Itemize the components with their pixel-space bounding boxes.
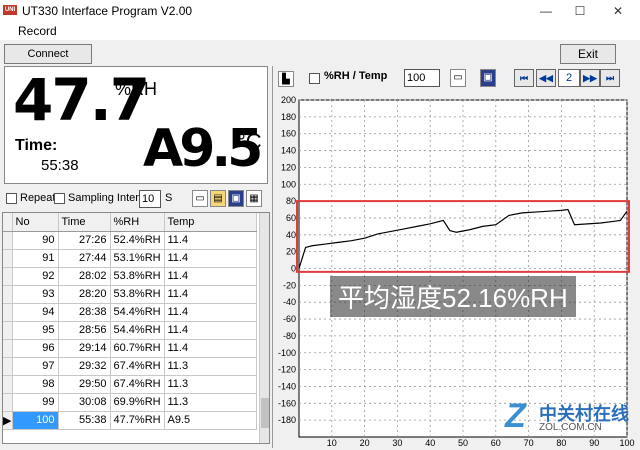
y-tick-label: -80 <box>283 331 296 341</box>
y-tick-label: -140 <box>278 381 296 391</box>
y-tick-label: 180 <box>281 112 296 122</box>
y-tick-label: 200 <box>281 95 296 105</box>
y-tick-label: 100 <box>281 179 296 189</box>
x-tick-label: 50 <box>458 438 468 448</box>
y-tick-label: -20 <box>283 280 296 290</box>
app-window: UNI UT330 Interface Program V2.00 — ☐ ✕ … <box>0 0 640 450</box>
y-tick-label: -180 <box>278 415 296 425</box>
watermark-en: ZOL.COM.CN <box>539 422 602 433</box>
y-tick-label: 160 <box>281 129 296 139</box>
y-tick-label: -100 <box>278 348 296 358</box>
average-humidity-caption: 平均湿度52.16%RH <box>330 276 576 317</box>
x-tick-label: 60 <box>491 438 501 448</box>
x-tick-label: 90 <box>589 438 599 448</box>
y-tick-label: -40 <box>283 297 296 307</box>
y-tick-label: -160 <box>278 398 296 408</box>
y-tick-label: -120 <box>278 365 296 375</box>
x-tick-label: 30 <box>392 438 402 448</box>
y-tick-label: 0 <box>291 264 296 274</box>
humidity-chart: 200180160140120100806040200-20-40-60-80-… <box>278 95 635 448</box>
y-tick-label: 120 <box>281 162 296 172</box>
x-tick-label: 20 <box>360 438 370 448</box>
y-tick-label: -60 <box>283 314 296 324</box>
y-tick-label: 40 <box>286 230 296 240</box>
x-tick-label: 10 <box>327 438 337 448</box>
zol-logo-icon: Z <box>505 397 526 435</box>
y-tick-label: 140 <box>281 146 296 156</box>
x-tick-label: 100 <box>619 438 634 448</box>
watermark: Z 中关村在线 ZOL.COM.CN <box>505 398 635 438</box>
x-tick-label: 70 <box>524 438 534 448</box>
y-tick-label: 20 <box>286 247 296 257</box>
x-tick-label: 80 <box>556 438 566 448</box>
y-tick-label: 80 <box>286 196 296 206</box>
y-tick-label: 60 <box>286 213 296 223</box>
x-tick-label: 40 <box>425 438 435 448</box>
